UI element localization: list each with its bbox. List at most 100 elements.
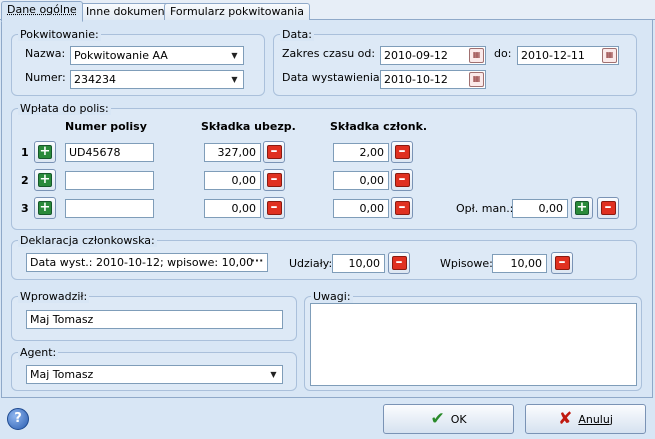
udzialy-input[interactable]: 10,00 [332, 254, 385, 273]
uwagi-group: Uwagi: [304, 290, 642, 391]
plus-icon: + [38, 172, 52, 187]
wprowadzil-group-label: Wprowadził: [18, 290, 90, 303]
clear-udzialy-button[interactable]: – [388, 252, 410, 274]
numer-value: 234234 [74, 73, 116, 86]
agent-combo[interactable]: Maj Tomasz ▼ [26, 365, 283, 384]
wpisowe-input[interactable]: 10,00 [492, 254, 547, 273]
deklaracja-group-label: Deklaracja członkowska: [18, 234, 157, 247]
date-to-label: do: [494, 47, 512, 60]
wprowadzil-field[interactable]: Maj Tomasz [26, 310, 283, 329]
data-wystawienia-field[interactable]: 2010-10-12 ▦ [380, 70, 486, 89]
date-from-value: 2010-09-12 [384, 49, 448, 62]
opl-man-input[interactable]: 0,00 [512, 199, 568, 218]
chevron-down-icon[interactable]: ▼ [227, 48, 242, 63]
chevron-down-icon[interactable]: ▼ [227, 72, 242, 87]
wprowadzil-group: Wprowadził: Maj Tomasz [11, 290, 297, 341]
date-to-value: 2010-12-11 [521, 49, 585, 62]
x-icon: ✘ [558, 408, 573, 429]
agent-value: Maj Tomasz [30, 368, 94, 381]
pokwitowanie-group: Pokwitowanie: Nazwa: Pokwitowanie AA ▼ N… [11, 28, 265, 96]
data-wystawienia-label: Data wystawienia: [282, 71, 384, 84]
zakres-label: Zakres czasu od: [282, 47, 376, 60]
clear-czlonk-button[interactable]: – [391, 197, 413, 219]
skladka-czlonk-input[interactable]: 0,00 [333, 199, 389, 218]
minus-icon: – [266, 172, 282, 187]
help-icon[interactable]: ? [7, 408, 29, 430]
clear-opl-button[interactable]: – [597, 197, 619, 219]
data-group-label: Data: [280, 28, 314, 41]
uwagi-group-label: Uwagi: [311, 290, 353, 303]
ok-label: OK [450, 412, 467, 426]
add-opl-button[interactable]: + [571, 197, 593, 219]
agent-group: Agent: Maj Tomasz ▼ [11, 346, 297, 391]
minus-icon: – [394, 200, 410, 215]
date-from-field[interactable]: 2010-09-12 ▦ [380, 46, 486, 65]
plus-icon: + [38, 144, 52, 159]
skladka-czlonk-input[interactable]: 2,00 [333, 143, 389, 162]
numer-polisy-input[interactable] [65, 171, 154, 190]
wpisowe-label: Wpisowe: [440, 257, 493, 270]
data-wystawienia-value: 2010-10-12 [384, 73, 448, 86]
nazwa-value: Pokwitowanie AA [74, 49, 168, 62]
cancel-label: Anuluj [578, 412, 613, 426]
minus-icon: – [391, 255, 407, 270]
agent-group-label: Agent: [18, 346, 59, 359]
calendar-icon[interactable]: ▦ [469, 48, 484, 63]
skladka-czlonk-input[interactable]: 0,00 [333, 171, 389, 190]
row-number: 2 [21, 174, 29, 187]
chevron-down-icon[interactable]: ▼ [266, 367, 281, 382]
uwagi-textarea[interactable] [310, 303, 637, 386]
minus-icon: – [394, 172, 410, 187]
minus-icon: – [394, 144, 410, 159]
add-row-button[interactable]: + [34, 169, 56, 191]
clear-ubezp-button[interactable]: – [263, 197, 285, 219]
cancel-button[interactable]: ✘ Anuluj [525, 404, 646, 434]
row-number: 1 [21, 146, 29, 159]
minus-icon: – [266, 144, 282, 159]
nazwa-label: Nazwa: [25, 47, 66, 60]
minus-icon: – [600, 200, 616, 215]
minus-icon: – [266, 200, 282, 215]
data-group: Data: Zakres czasu od: 2010-09-12 ▦ do: … [273, 28, 637, 96]
row-number: 3 [21, 202, 29, 215]
clear-ubezp-button[interactable]: – [263, 169, 285, 191]
numer-polisy-input[interactable]: UD45678 [65, 143, 154, 162]
col-skladka-ubezp: Składka ubezp. [201, 120, 296, 133]
tab-dane-ogolne[interactable]: Dane ogólne [1, 1, 83, 22]
deklaracja-group: Deklaracja członkowska: Data wyst.: 2010… [11, 234, 637, 280]
numer-polisy-input[interactable] [65, 199, 154, 218]
opl-man-label: Opł. man.: [456, 202, 514, 215]
deklaracja-value: Data wyst.: 2010-10-12; wpisowe: 10,00 [30, 256, 254, 269]
plus-icon: + [38, 200, 52, 215]
udzialy-label: Udziały: [289, 257, 333, 270]
tab-bar: Dane ogólne Inne dokumenty Formularz pok… [0, 0, 655, 22]
add-row-button[interactable]: + [34, 141, 56, 163]
col-skladka-czlonk: Składka członk. [330, 120, 428, 133]
clear-ubezp-button[interactable]: – [263, 141, 285, 163]
minus-icon: – [554, 255, 570, 270]
clear-czlonk-button[interactable]: – [391, 141, 413, 163]
deklaracja-field[interactable]: Data wyst.: 2010-10-12; wpisowe: 10,00 ·… [26, 253, 268, 272]
col-numer-polisy: Numer polisy [65, 120, 147, 133]
skladka-ubezp-input[interactable]: 0,00 [204, 171, 261, 190]
add-row-button[interactable]: + [34, 197, 56, 219]
ellipsis-icon[interactable]: ··· [248, 255, 266, 270]
numer-label: Numer: [25, 71, 66, 84]
calendar-icon[interactable]: ▦ [602, 48, 617, 63]
skladka-ubezp-input[interactable]: 0,00 [204, 199, 261, 218]
calendar-icon[interactable]: ▦ [469, 72, 484, 87]
check-icon: ✔ [430, 408, 445, 429]
pokwitowanie-group-label: Pokwitowanie: [18, 28, 101, 41]
wplata-group-label: Wpłata do polis: [18, 102, 111, 115]
numer-combo[interactable]: 234234 ▼ [70, 70, 244, 89]
ok-button[interactable]: ✔ OK [383, 404, 514, 434]
wplata-group: Wpłata do polis: Numer polisy Składka ub… [11, 102, 637, 230]
clear-wpisowe-button[interactable]: – [551, 252, 573, 274]
bottom-bar: ? ✔ OK ✘ Anuluj [0, 399, 655, 439]
nazwa-combo[interactable]: Pokwitowanie AA ▼ [70, 46, 244, 65]
plus-icon: + [575, 200, 589, 215]
tab-formularz-pokwitowania[interactable]: Formularz pokwitowania [164, 3, 310, 21]
date-to-field[interactable]: 2010-12-11 ▦ [517, 46, 619, 65]
clear-czlonk-button[interactable]: – [391, 169, 413, 191]
skladka-ubezp-input[interactable]: 327,00 [204, 143, 261, 162]
